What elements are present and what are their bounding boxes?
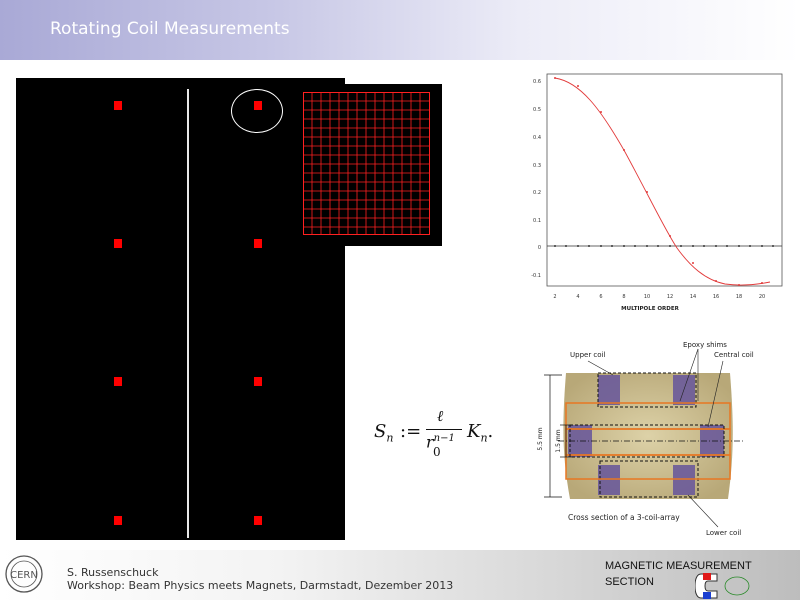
slide-title: Rotating Coil Measurements [50, 19, 290, 39]
coil-marker [254, 377, 262, 386]
x-tick: 6 [599, 294, 602, 300]
formula-fraction-bar [426, 429, 462, 430]
y-tick: -0.1 [531, 273, 541, 279]
x-tick: 8 [622, 294, 625, 300]
formula-lhs: Sn [374, 421, 394, 445]
lower-coil-label: Lower coil [706, 529, 741, 537]
coil-grid-diagram [303, 92, 430, 235]
coil-marker [254, 516, 262, 525]
formula-den-subscript: 0 [433, 445, 441, 459]
formula-assign: := [400, 421, 422, 442]
x-axis-label: MULTIPOLE ORDER [621, 306, 679, 312]
x-tick: 14 [690, 294, 696, 300]
y-tick: 0.2 [533, 190, 541, 196]
footer-event: Workshop: Beam Physics meets Magnets, Da… [67, 579, 454, 592]
coil-marker [114, 516, 122, 525]
caption-label: Cross section of a 3-coil-array [568, 513, 680, 522]
sensitivity-formula: Sn := ℓ rn−1 0 Kn. [370, 405, 510, 465]
coil-marker [114, 239, 122, 248]
coil-marker [254, 101, 262, 110]
coil-marker [254, 239, 262, 248]
central-coil-label: Central coil [714, 351, 754, 359]
upper-coil-label: Upper coil [570, 351, 605, 359]
footer-author: S. Russenschuck [67, 566, 159, 579]
section-title-line1: MAGNETIC MEASUREMENT [605, 560, 752, 572]
y-tick: 0.6 [533, 79, 541, 85]
y-tick: 0.4 [533, 135, 541, 141]
svg-text:CERN: CERN [10, 570, 38, 581]
coil-divider-line [187, 89, 189, 538]
dim-label: 1.5 mm [555, 429, 562, 452]
epoxy-label: Epoxy shims [683, 341, 727, 349]
y-tick: 0.3 [533, 163, 541, 169]
x-tick: 20 [759, 294, 765, 300]
x-tick: 18 [736, 294, 742, 300]
section-title-line2: SECTION [605, 576, 654, 588]
formula-rhs: Kn. [467, 421, 494, 445]
y-tick: 0 [538, 245, 541, 251]
coil-marker [114, 377, 122, 386]
dim-label: 5.5 mm [537, 427, 544, 450]
cern-logo: CERN [5, 555, 43, 593]
x-tick: 4 [576, 294, 579, 300]
y-tick: 0.5 [533, 107, 541, 113]
formula-numerator: ℓ [437, 407, 444, 425]
highlight-circle [231, 89, 283, 133]
sensitivity-plot: 0.6 0.5 0.4 0.3 0.2 0.1 0 -0.1 2 4 6 8 1… [531, 73, 783, 312]
magnet-logo [695, 573, 750, 599]
x-tick: 10 [644, 294, 650, 300]
x-tick: 16 [713, 294, 719, 300]
coil-marker [114, 101, 122, 110]
y-tick: 0.1 [533, 218, 541, 224]
x-tick: 12 [667, 294, 673, 300]
coil-cross-section-photo: 5.5 mm 1.5 mm Epoxy shims Upper coil Cen… [528, 335, 770, 541]
title-bar: Rotating Coil Measurements [0, 0, 800, 60]
x-tick: 2 [553, 294, 556, 300]
